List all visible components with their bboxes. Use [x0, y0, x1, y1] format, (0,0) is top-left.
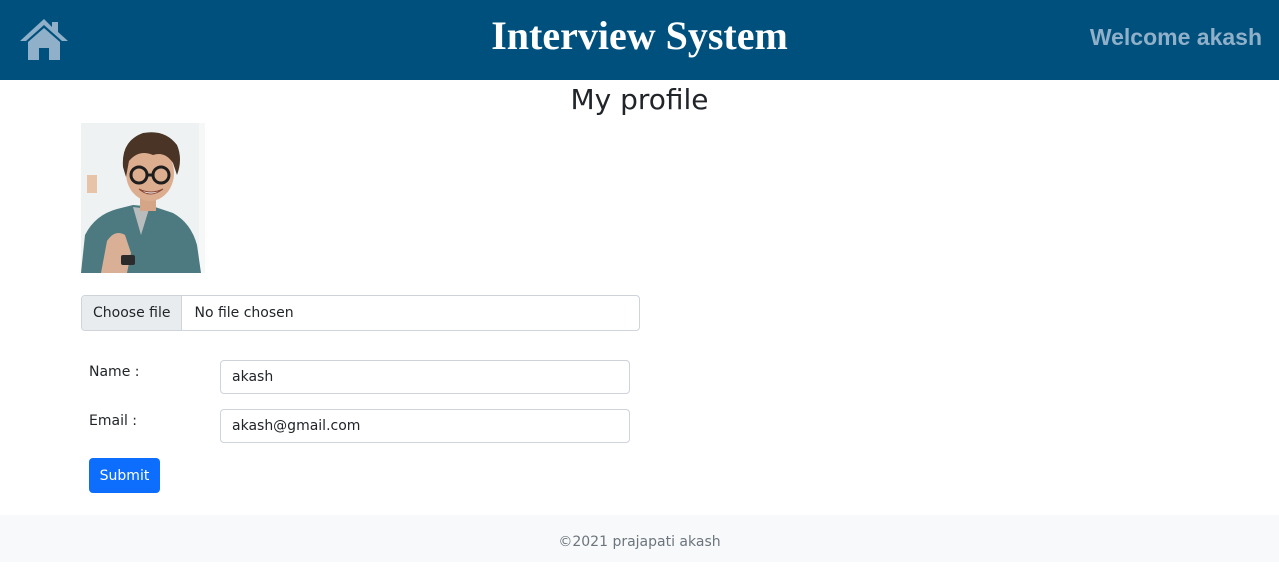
welcome-text: Welcome akash: [1089, 24, 1262, 50]
file-status: No file chosen: [194, 305, 294, 321]
footer-text: ©2021 prajapati akash: [558, 534, 721, 550]
app-title: Interview System: [491, 13, 788, 58]
footer: ©2021 prajapati akash: [0, 515, 1279, 562]
top-navbar: Interview System Welcome akash: [0, 0, 1279, 80]
file-upload[interactable]: Choose file No file chosen: [81, 295, 640, 331]
name-label: Name :: [89, 364, 140, 380]
email-input[interactable]: [220, 409, 630, 443]
profile-photo: [81, 123, 205, 273]
avatar: [81, 123, 205, 273]
submit-button[interactable]: Submit: [89, 458, 160, 493]
choose-file-button[interactable]: Choose file: [82, 296, 183, 330]
name-input[interactable]: [220, 360, 630, 394]
page-title: My profile: [570, 83, 709, 116]
email-label: Email :: [89, 413, 138, 429]
